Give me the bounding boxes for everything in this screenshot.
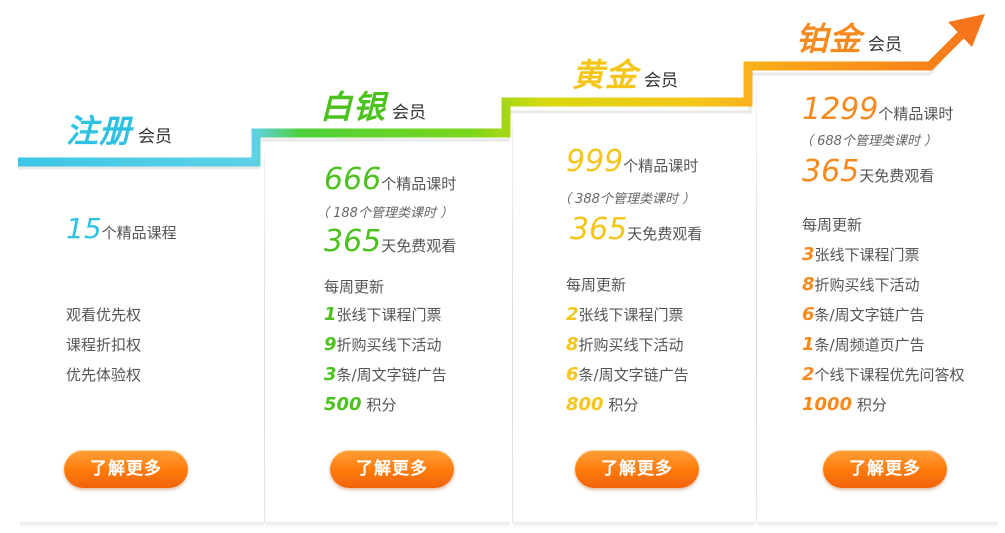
learn-more-button[interactable]: 了解更多	[64, 450, 188, 488]
benefit-text: 张线下课程门票	[336, 306, 442, 324]
tier-suffix: 会员	[868, 35, 903, 55]
points-label: 积分	[366, 396, 397, 414]
benefit-item: 8折购买线下活动	[566, 334, 684, 355]
learn-more-button[interactable]: 了解更多	[575, 450, 699, 488]
benefit-text: 折购买线下活动	[336, 336, 442, 354]
benefit-number: 1	[324, 304, 337, 325]
benefit-number: 8	[566, 334, 579, 355]
benefit-number: 2	[566, 304, 579, 325]
tier-name: 白银	[320, 88, 387, 126]
tier-title-platinum: 铂金 会员	[796, 14, 902, 60]
card-shadow	[514, 522, 754, 528]
free-days-line: 365天免费观看	[802, 154, 934, 189]
benefit-text: 条/周频道页广告	[814, 336, 925, 354]
courses-count: 1299	[802, 92, 879, 127]
free-days-count: 365	[324, 224, 382, 259]
card-divider	[512, 118, 513, 524]
benefit-text: 个线下课程优先问答权	[814, 366, 965, 384]
benefit-item: 3张线下课程门票	[802, 244, 920, 265]
courses-label: 个精品课程	[101, 224, 177, 242]
points-label: 积分	[856, 396, 887, 414]
points-number: 500	[324, 394, 362, 415]
points-label: 积分	[608, 396, 639, 414]
benefit-number: 6	[802, 304, 815, 325]
tier-name: 黄金	[572, 56, 639, 94]
free-days-label: 天免费观看	[381, 237, 457, 255]
benefit-item: 9折购买线下活动	[324, 334, 442, 355]
benefit-number: 3	[324, 364, 337, 385]
weekly-update: 每周更新	[566, 276, 627, 294]
card-divider	[756, 82, 757, 524]
benefit-text: 张线下课程门票	[814, 246, 920, 264]
tier-title-silver: 白银 会员	[320, 82, 426, 128]
learn-more-button[interactable]: 了解更多	[330, 450, 454, 488]
perk-item: 观看优先权	[66, 306, 142, 324]
learn-more-button[interactable]: 了解更多	[823, 450, 947, 488]
weekly-update: 每周更新	[324, 278, 385, 296]
free-days-label: 天免费观看	[627, 225, 703, 243]
tier-name: 注册	[66, 112, 133, 150]
benefit-item: 3条/周文字链广告	[324, 364, 447, 385]
free-days-label: 天免费观看	[859, 167, 935, 185]
benefit-number: 1	[802, 334, 815, 355]
points-line: 1000 积分	[802, 394, 887, 415]
benefit-item: 2张线下课程门票	[566, 304, 684, 325]
courses-count: 15	[66, 212, 102, 245]
tier-suffix: 会员	[138, 127, 173, 147]
benefit-text: 条/周文字链广告	[336, 366, 447, 384]
courses-line: 666个精品课时	[324, 162, 456, 197]
tier-title-gold: 黄金 会员	[572, 50, 678, 96]
courses-line: 999个精品课时	[566, 144, 698, 179]
tier-suffix: 会员	[644, 71, 679, 91]
benefit-item: 1条/周频道页广告	[802, 334, 925, 355]
benefit-number: 6	[566, 364, 579, 385]
benefit-item: 1张线下课程门票	[324, 304, 442, 325]
tier-title-register: 注册 会员	[66, 106, 172, 152]
card-shadow	[266, 522, 510, 528]
benefit-number: 2	[802, 364, 815, 385]
courses-label: 个精品课时	[623, 157, 699, 175]
benefit-text: 条/周文字链广告	[814, 306, 925, 324]
benefit-text: 张线下课程门票	[578, 306, 684, 324]
benefit-text: 条/周文字链广告	[578, 366, 689, 384]
management-hours: （ 188个管理类课时 ）	[316, 206, 454, 221]
benefit-text: 折购买线下活动	[578, 336, 684, 354]
courses-line: 15个精品课程	[66, 212, 177, 245]
tier-suffix: 会员	[392, 103, 427, 123]
courses-count: 999	[566, 144, 624, 179]
perk-item: 优先体验权	[66, 366, 142, 384]
benefit-text: 折购买线下活动	[814, 276, 920, 294]
courses-count: 666	[324, 162, 382, 197]
card-shadow	[20, 522, 264, 528]
benefit-item: 6条/周文字链广告	[566, 364, 689, 385]
benefit-item: 8折购买线下活动	[802, 274, 920, 295]
weekly-update: 每周更新	[802, 216, 863, 234]
points-number: 800	[566, 394, 604, 415]
free-days-count: 365	[802, 154, 860, 189]
card-shadow	[758, 522, 998, 528]
benefit-item: 2个线下课程优先问答权	[802, 364, 965, 385]
benefit-number: 3	[802, 244, 815, 265]
management-hours: （ 688个管理类课时 ）	[800, 134, 938, 149]
courses-label: 个精品课时	[381, 175, 457, 193]
perk-item: 课程折扣权	[66, 336, 142, 354]
points-number: 1000	[802, 394, 853, 415]
benefit-number: 9	[324, 334, 337, 355]
courses-line: 1299个精品课时	[802, 92, 953, 127]
free-days-count: 365	[570, 212, 628, 247]
card-divider	[264, 150, 265, 524]
free-days-line: 365天免费观看	[324, 224, 456, 259]
free-days-line: 365天免费观看	[570, 212, 702, 247]
points-line: 800 积分	[566, 394, 638, 415]
benefit-number: 8	[802, 274, 815, 295]
benefit-item: 6条/周文字链广告	[802, 304, 925, 325]
tier-name: 铂金	[796, 20, 863, 58]
courses-label: 个精品课时	[878, 105, 954, 123]
points-line: 500 积分	[324, 394, 396, 415]
management-hours: （ 388个管理类课时 ）	[558, 192, 696, 207]
